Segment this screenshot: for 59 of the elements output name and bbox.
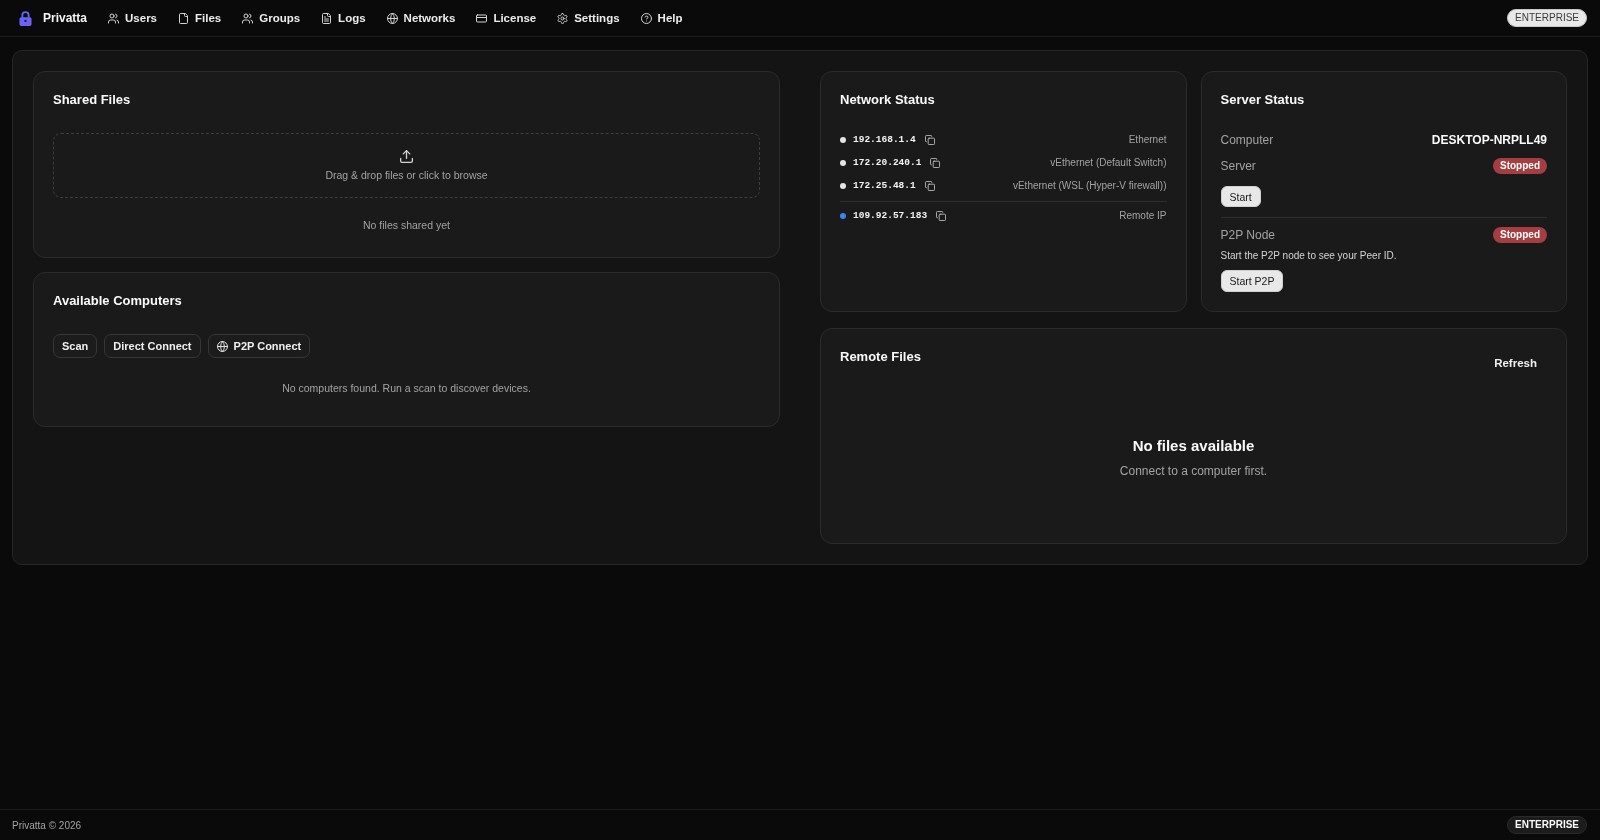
start-button[interactable]: Start <box>1220 186 1261 207</box>
remote-ip-label: Remote IP <box>1119 210 1167 221</box>
nav-item[interactable]: Groups <box>234 8 309 28</box>
interface-name: Ethernet <box>1128 134 1167 145</box>
start-p2p-button[interactable]: Start P2P <box>1220 270 1284 292</box>
copy-icon[interactable] <box>924 180 935 191</box>
plan-badge: ENTERPRISE <box>1507 816 1587 834</box>
help-icon <box>640 12 652 24</box>
document-icon <box>321 12 333 24</box>
users-icon <box>242 12 254 24</box>
plan-badge: ENTERPRISE <box>1507 9 1587 27</box>
ip-address: 192.168.1.4 <box>853 134 916 145</box>
status-badge: Stopped <box>1493 227 1547 243</box>
card-title: Available Computers <box>53 292 183 309</box>
settings-icon <box>557 12 569 24</box>
globe-icon <box>386 12 398 24</box>
card-title: Server Status <box>1220 91 1306 108</box>
globe-icon <box>216 340 228 352</box>
ip-address: 172.25.48.1 <box>853 180 916 191</box>
ip-address: 109.92.57.183 <box>853 210 928 221</box>
dropzone-text: Drag & drop files or click to browse <box>325 169 488 181</box>
nav-item[interactable]: Files <box>170 8 230 28</box>
interface-name: vEthernet (Default Switch) <box>1050 157 1167 168</box>
server-label: Server <box>1220 159 1256 173</box>
copy-icon[interactable] <box>936 210 947 221</box>
p2p-connect-button[interactable]: P2P Connect <box>207 334 311 358</box>
status-badge: Stopped <box>1493 158 1547 174</box>
nav-item[interactable]: Help <box>632 8 691 28</box>
empty-message: Connect to a computer first. <box>1118 463 1269 479</box>
copyright-text: Privatta © 2026 <box>12 819 82 831</box>
interface-name: vEthernet (WSL (Hyper-V firewall)) <box>1012 180 1167 191</box>
card-title: Remote Files <box>840 348 921 365</box>
direct-connect-button[interactable]: Direct Connect <box>104 334 201 358</box>
p2p-hint: Start the P2P node to see your Peer ID. <box>1220 249 1398 263</box>
nav-item[interactable]: Logs <box>313 8 374 28</box>
computer-label: Computer <box>1220 133 1274 147</box>
brand-name: Privatta <box>43 11 88 25</box>
empty-message: No files shared yet <box>362 218 451 232</box>
users-icon <box>108 12 120 24</box>
nav-item[interactable]: Users <box>100 8 165 28</box>
lock-icon <box>19 10 32 26</box>
p2p-node-label: P2P Node <box>1220 228 1275 242</box>
card-title: Shared Files <box>53 91 132 108</box>
refresh-button[interactable]: Refresh <box>1484 348 1547 378</box>
empty-message: No computers found. Run a scan to discover devices. <box>281 381 532 395</box>
scan-button[interactable]: Scan <box>53 334 98 358</box>
copy-icon[interactable] <box>924 134 935 145</box>
computer-name: DESKTOP-NRPLL49 <box>1431 133 1547 147</box>
file-dropzone[interactable]: Drag & drop files or click to browse <box>53 133 760 198</box>
copy-icon[interactable] <box>930 157 941 168</box>
card-title: Network Status <box>840 91 936 108</box>
upload-icon <box>400 150 413 163</box>
nav-item[interactable]: Settings <box>549 8 628 28</box>
nav-item[interactable]: License <box>468 8 545 28</box>
ip-address: 172.20.240.1 <box>853 157 922 168</box>
file-icon <box>178 12 189 24</box>
nav-item[interactable]: Networks <box>378 8 464 28</box>
card-icon <box>476 12 488 24</box>
empty-title: No files available <box>1131 437 1256 455</box>
